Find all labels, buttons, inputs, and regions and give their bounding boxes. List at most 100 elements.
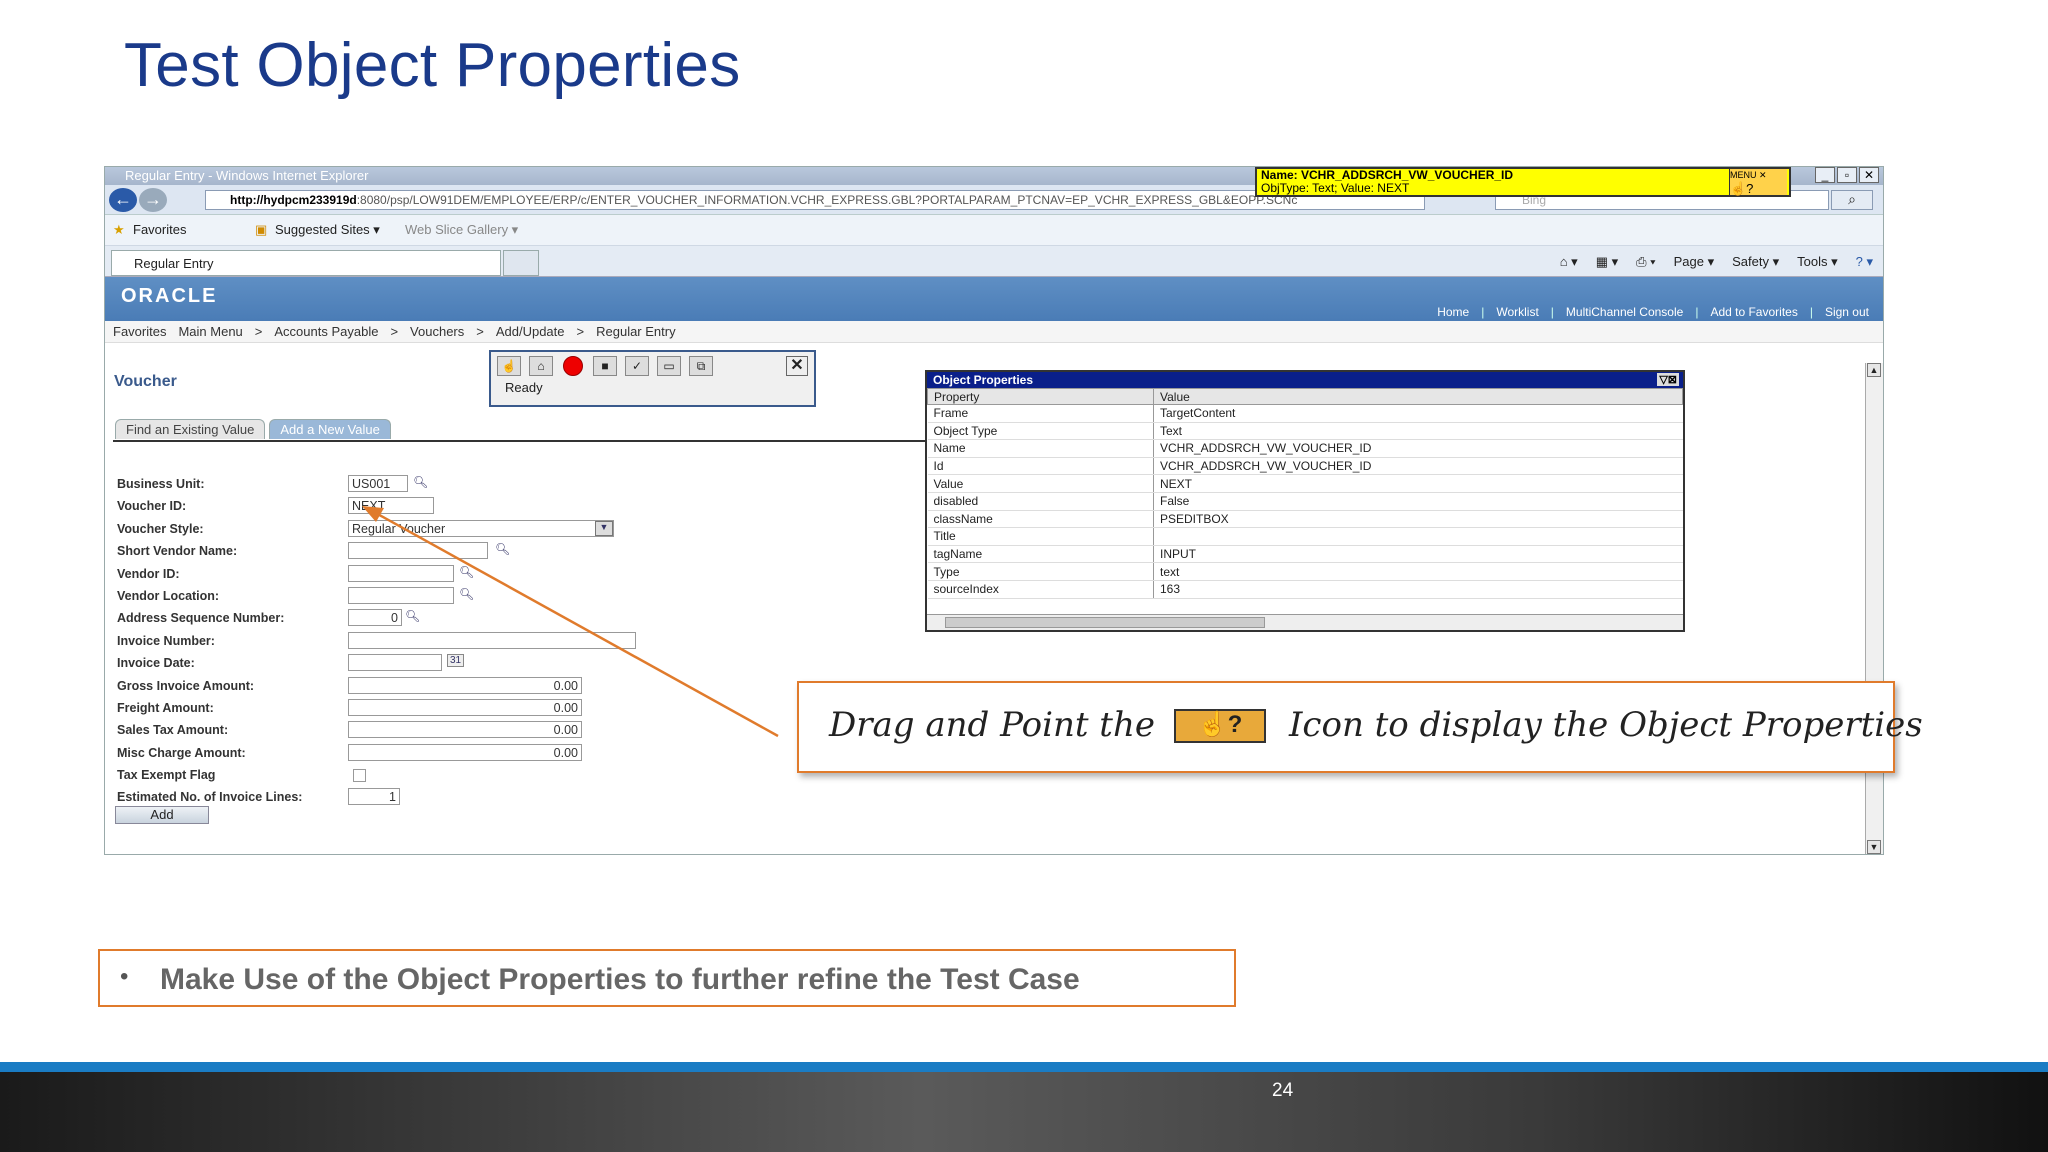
print-icon[interactable]: ⎙ ▾: [1636, 254, 1655, 270]
help-icon[interactable]: ? ▾: [1856, 254, 1873, 270]
web-slice-link[interactable]: Web Slice Gallery ▾: [405, 222, 518, 238]
table-row[interactable]: Name VCHR_ADDSRCH_VW_VOUCHER_ID: [927, 439, 1683, 458]
page-number: 24: [1272, 1080, 1294, 1101]
table-row[interactable]: Id VCHR_ADDSRCH_VW_VOUCHER_ID: [927, 457, 1683, 476]
invoice-date-input[interactable]: [348, 654, 442, 672]
search-icon[interactable]: ⌕: [1831, 190, 1873, 210]
table-row[interactable]: Object Type Text: [927, 422, 1683, 441]
table-row[interactable]: Type text: [927, 562, 1683, 581]
address-seq-input[interactable]: 0: [348, 609, 402, 627]
vendor-location-input[interactable]: [348, 586, 454, 604]
gross-amount-input[interactable]: 0.00: [348, 676, 582, 694]
table-row[interactable]: Title: [927, 527, 1683, 546]
tax-exempt-checkbox[interactable]: [353, 769, 366, 783]
oracle-header: ORACLE Home | Worklist | MultiChannel Cons…: [105, 277, 1883, 321]
chevron-down-icon[interactable]: ▼: [595, 520, 613, 536]
safety-menu[interactable]: Safety ▾: [1732, 254, 1779, 270]
freight-amount-input[interactable]: 0.00: [348, 698, 582, 716]
favorites-bar: ★ Favorites ▣ Suggested Sites ▾ Web Slic…: [105, 215, 1883, 245]
crumb-main-menu[interactable]: Main Menu: [178, 324, 242, 339]
suggested-sites-link[interactable]: Suggested Sites ▾: [275, 222, 380, 238]
minimize-button[interactable]: _: [1815, 167, 1835, 183]
window-controls-icon[interactable]: ▽⊠: [1657, 373, 1679, 386]
feeds-icon[interactable]: ▦ ▾: [1596, 254, 1618, 270]
tooltip-menu[interactable]: MENU ✕ ☝?: [1729, 169, 1787, 195]
favorites-star-icon: ★: [113, 222, 125, 237]
table-row[interactable]: Value NEXT: [927, 474, 1683, 493]
page-menu[interactable]: Page ▾: [1674, 254, 1715, 270]
breadcrumb: Favorites Main Menu > Accounts Payable >…: [105, 321, 1883, 343]
forward-arrow-icon[interactable]: →: [139, 188, 167, 212]
recorder-toolbar: ☝ ⌂ ■ ✓ ▭ ⧉ ✕ Ready: [489, 350, 816, 407]
table-row[interactable]: className PSEDITBOX: [927, 510, 1683, 529]
lookup-icon[interactable]: 🔍︎: [495, 542, 510, 556]
field-label: Invoice Number:: [117, 633, 215, 648]
nav-worklist[interactable]: Worklist: [1496, 305, 1538, 319]
scroll-up-icon[interactable]: ▲: [1867, 363, 1881, 377]
close-icon[interactable]: ✕: [786, 356, 808, 376]
table-row[interactable]: Frame TargetContent: [927, 404, 1683, 423]
voucher-style-select[interactable]: Regular Voucher: [348, 519, 614, 537]
property-value: INPUT: [1153, 545, 1683, 564]
horizontal-scrollbar[interactable]: [927, 614, 1683, 630]
lookup-icon[interactable]: 🔍︎: [405, 609, 420, 623]
back-arrow-icon[interactable]: ←: [109, 188, 137, 212]
invoice-lines-input[interactable]: 1: [348, 788, 400, 806]
vertical-scrollbar[interactable]: ▲ ▼: [1865, 363, 1883, 854]
tab-add-new[interactable]: Add a New Value: [269, 419, 391, 439]
copy-icon[interactable]: ⧉: [689, 356, 713, 376]
nav-home[interactable]: Home: [1437, 305, 1469, 319]
lookup-icon[interactable]: 🔍︎: [413, 475, 428, 489]
scroll-down-icon[interactable]: ▼: [1867, 840, 1881, 854]
home-icon[interactable]: ⌂ ▾: [1560, 254, 1578, 270]
record-icon[interactable]: [563, 356, 583, 376]
field-label: Address Sequence Number:: [117, 611, 285, 626]
crumb-favorites[interactable]: Favorites: [113, 324, 166, 339]
scroll-thumb[interactable]: [945, 617, 1265, 628]
field-label: Tax Exempt Flag: [117, 768, 216, 783]
tab-find-existing[interactable]: Find an Existing Value: [115, 419, 266, 439]
vendor-id-input[interactable]: [348, 564, 454, 582]
recorder-status: Ready: [505, 380, 543, 395]
property-name: tagName: [927, 545, 1154, 564]
sales-tax-input[interactable]: 0.00: [348, 721, 582, 739]
lookup-icon[interactable]: 🔍︎: [459, 565, 474, 579]
table-row[interactable]: sourceIndex 163: [927, 580, 1683, 599]
crumb-regular-entry[interactable]: Regular Entry: [596, 324, 675, 339]
ie-tab-regular-entry[interactable]: Regular Entry: [111, 250, 501, 276]
restore-button[interactable]: ▫: [1837, 167, 1857, 183]
pointer-help-icon[interactable]: ☝?: [1730, 181, 1753, 196]
home-icon[interactable]: ⌂: [529, 356, 553, 376]
table-row[interactable]: tagName INPUT: [927, 545, 1683, 564]
short-vendor-input[interactable]: [348, 542, 488, 560]
crumb-accounts-payable[interactable]: Accounts Payable: [274, 324, 378, 339]
add-button[interactable]: Add: [115, 806, 209, 824]
column-header-value: Value: [1153, 388, 1683, 405]
close-window-button[interactable]: ✕: [1859, 167, 1879, 183]
window-icon[interactable]: ▭: [657, 356, 681, 376]
crumb-vouchers[interactable]: Vouchers: [410, 324, 464, 339]
favorites-link[interactable]: Favorites: [133, 222, 186, 237]
stop-icon[interactable]: ■: [593, 356, 617, 376]
property-name: disabled: [927, 492, 1154, 511]
invoice-number-input[interactable]: [348, 631, 636, 649]
crumb-add-update[interactable]: Add/Update: [496, 324, 565, 339]
tools-menu[interactable]: Tools ▾: [1797, 254, 1838, 270]
table-row[interactable]: disabled False: [927, 492, 1683, 511]
misc-charge-input[interactable]: 0.00: [348, 743, 582, 761]
nav-sign-out[interactable]: Sign out: [1825, 305, 1869, 319]
property-value: Text: [1153, 422, 1683, 441]
new-tab-button[interactable]: [503, 250, 539, 276]
lookup-icon[interactable]: 🔍︎: [459, 587, 474, 601]
nav-multichannel[interactable]: MultiChannel Console: [1566, 305, 1683, 319]
pointer-icon[interactable]: ☝: [497, 356, 521, 376]
voucher-id-input[interactable]: NEXT: [348, 497, 434, 515]
calendar-icon[interactable]: 31: [447, 654, 465, 668]
business-unit-input[interactable]: US001: [348, 475, 408, 492]
address-bar[interactable]: http://hydpcm233919d:8080/psp/LOW91DEM/E…: [205, 190, 1425, 210]
verify-icon[interactable]: ✓: [625, 356, 649, 376]
nav-add-favorites[interactable]: Add to Favorites: [1710, 305, 1797, 319]
field-label: Estimated No. of Invoice Lines:: [117, 790, 303, 805]
field-label: Misc Charge Amount:: [117, 745, 246, 760]
object-properties-title: Object Properties: [933, 373, 1034, 387]
